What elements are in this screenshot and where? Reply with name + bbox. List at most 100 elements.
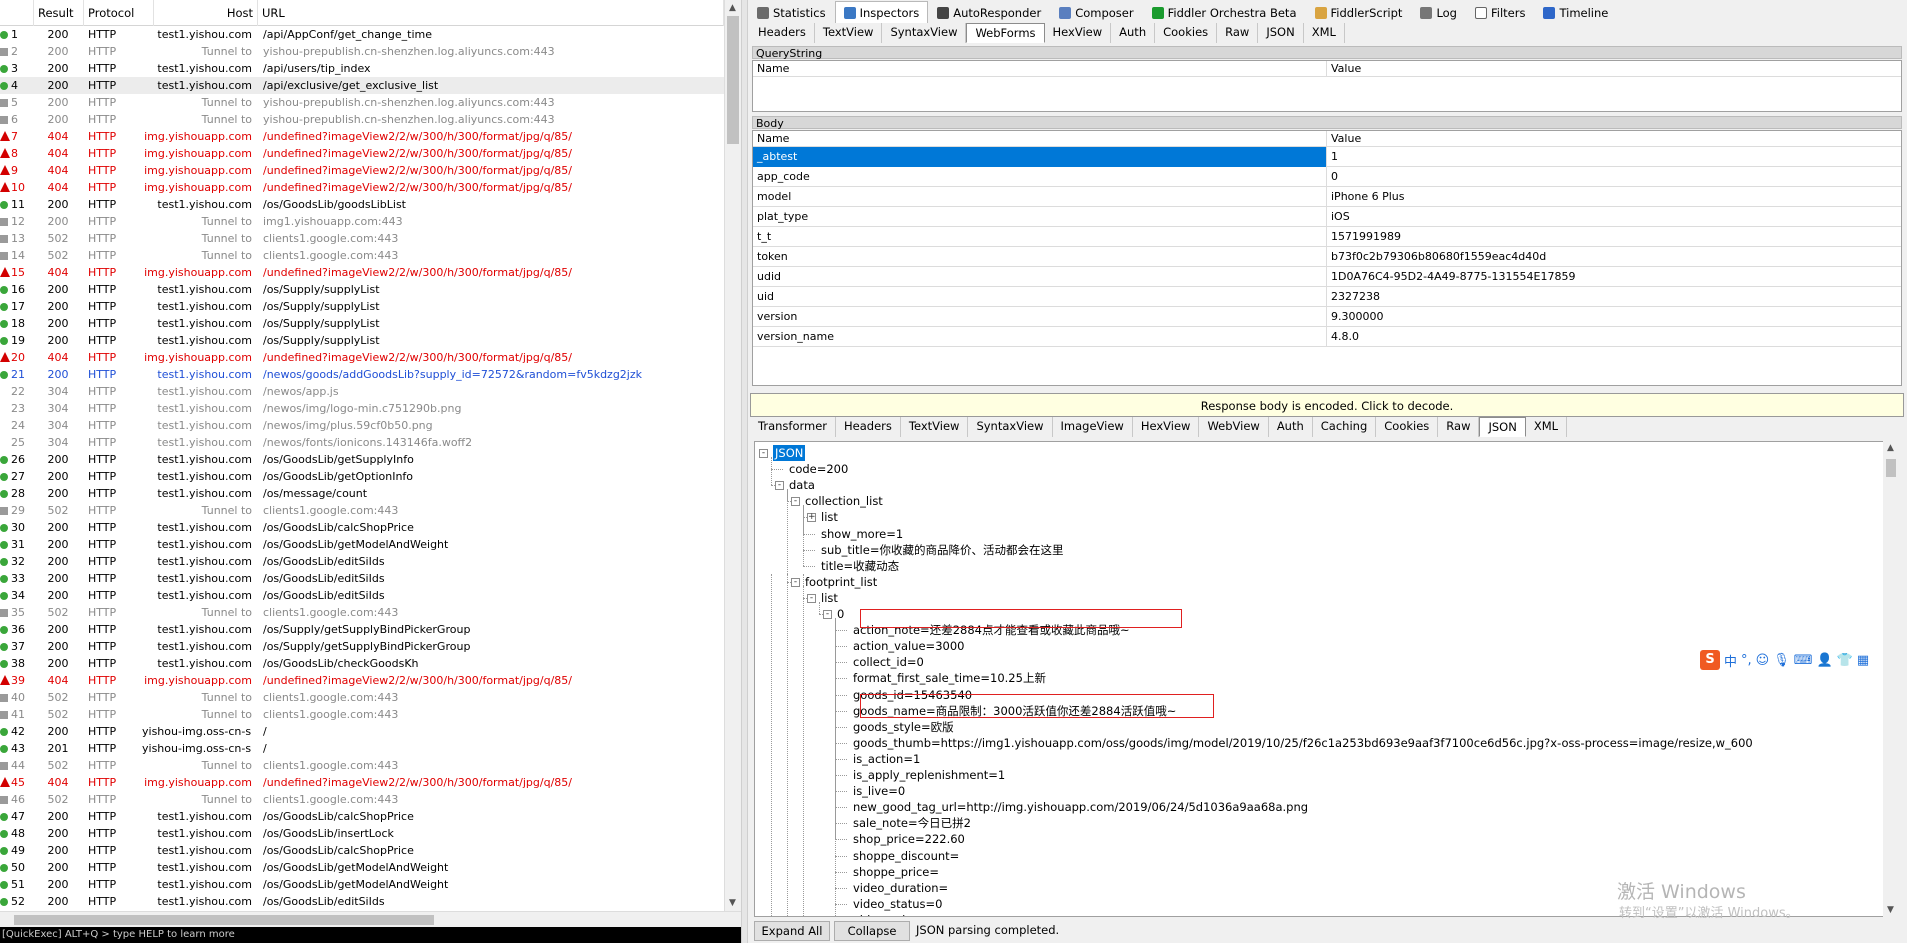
- session-row[interactable]: 38 200 HTTP test1.yishou.com/os/GoodsLib/ch…: [0, 655, 724, 672]
- param-name[interactable]: version: [753, 307, 1327, 327]
- session-row[interactable]: 18 200 HTTP test1.yishou.com/os/Supply/supp…: [0, 315, 724, 332]
- session-row[interactable]: 22 304 HTTP test1.yishou.com/newos/app.js: [0, 383, 724, 400]
- querystring-name-header[interactable]: Name: [753, 61, 1327, 77]
- param-name[interactable]: uid: [753, 287, 1327, 307]
- json-tree-node[interactable]: code=200: [789, 461, 848, 477]
- param-name[interactable]: udid: [753, 267, 1327, 287]
- body-param-row[interactable]: model iPhone 6 Plus: [753, 187, 1901, 207]
- column-header-number[interactable]: [0, 0, 34, 26]
- collapse-node-icon[interactable]: -: [759, 449, 768, 458]
- session-row[interactable]: 29 502 HTTP Tunnel to clients1.google.com:44…: [0, 502, 724, 519]
- param-value[interactable]: 1D0A76C4-95D2-4A49-8775-131554E17859: [1328, 267, 1901, 287]
- session-row[interactable]: 44 502 HTTP Tunnel to clients1.google.com:44…: [0, 757, 724, 774]
- param-name[interactable]: app_code: [753, 167, 1327, 187]
- subtab-json[interactable]: JSON: [1258, 23, 1304, 43]
- pane-splitter[interactable]: [741, 0, 748, 943]
- session-row[interactable]: 12 200 HTTP Tunnel to img1.yishouapp.com:443: [0, 213, 724, 230]
- json-tree-node[interactable]: shop_price=222.60: [853, 831, 965, 847]
- session-row[interactable]: 27 200 HTTP test1.yishou.com/os/GoodsLib/ge…: [0, 468, 724, 485]
- collapse-node-icon[interactable]: -: [823, 610, 832, 619]
- json-tree-node[interactable]: show_more=1: [821, 526, 903, 542]
- tab-log[interactable]: Log: [1411, 1, 1466, 23]
- subtab-hexview[interactable]: HexView: [1045, 23, 1112, 43]
- param-value[interactable]: 4.8.0: [1328, 327, 1901, 347]
- tab-statistics[interactable]: Statistics: [748, 1, 835, 23]
- ime-punctuation-toggle[interactable]: °,: [1741, 653, 1752, 668]
- session-row[interactable]: 1 200 HTTP test1.yishou.com/api/AppConf/get…: [0, 26, 724, 43]
- shirt-icon[interactable]: 👕: [1837, 653, 1853, 668]
- json-tree-node[interactable]: is_action=1: [853, 751, 920, 767]
- session-row[interactable]: 24 304 HTTP test1.yishou.com/newos/img/plus…: [0, 417, 724, 434]
- json-tree-node[interactable]: footprint_list: [805, 574, 877, 590]
- body-param-row[interactable]: t_t 1571991989: [753, 227, 1901, 247]
- json-tree-node[interactable]: list: [821, 590, 838, 606]
- json-tree-node[interactable]: title=收藏动态: [821, 558, 899, 574]
- session-row[interactable]: 33 200 HTTP test1.yishou.com/os/GoodsLib/ed…: [0, 570, 724, 587]
- session-row[interactable]: 13 502 HTTP Tunnel to clients1.google.com:44…: [0, 230, 724, 247]
- json-tree-node[interactable]: JSON: [773, 445, 806, 461]
- param-value[interactable]: iOS: [1328, 207, 1901, 227]
- param-name[interactable]: _abtest: [753, 147, 1327, 167]
- session-row[interactable]: 5 200 HTTP Tunnel to yishou-prepublish.cn-sh…: [0, 94, 724, 111]
- session-row[interactable]: 43 201 HTTP yishou-img.oss-cn-s... /: [0, 740, 724, 757]
- json-tree-node[interactable]: list: [821, 509, 838, 525]
- session-row[interactable]: 7 404 HTTP img.yishouapp.com/undefined?imag…: [0, 128, 724, 145]
- subtab-json[interactable]: JSON: [1479, 417, 1526, 437]
- json-tree-node[interactable]: is_apply_replenishment=1: [853, 767, 1005, 783]
- session-row[interactable]: 40 502 HTTP Tunnel to clients1.google.com:44…: [0, 689, 724, 706]
- sessions-vertical-scrollbar[interactable]: ▲ ▼: [724, 0, 741, 911]
- session-row[interactable]: 52 200 HTTP test1.yishou.com/os/GoodsLib/ed…: [0, 893, 724, 910]
- session-row[interactable]: 39 404 HTTP img.yishouapp.com/undefined?ima…: [0, 672, 724, 689]
- tab-filters[interactable]: Filters: [1466, 1, 1534, 23]
- session-row[interactable]: 17 200 HTTP test1.yishou.com/os/Supply/supp…: [0, 298, 724, 315]
- column-header-host[interactable]: Host: [154, 0, 258, 26]
- session-row[interactable]: 14 502 HTTP Tunnel to clients1.google.com:44…: [0, 247, 724, 264]
- json-tree-node[interactable]: collection_list: [805, 493, 883, 509]
- param-value[interactable]: 0: [1328, 167, 1901, 187]
- json-tree-node[interactable]: collect_id=0: [853, 654, 924, 670]
- session-row[interactable]: 48 200 HTTP test1.yishou.com/os/GoodsLib/in…: [0, 825, 724, 842]
- json-tree-node[interactable]: data: [789, 477, 815, 493]
- subtab-hexview[interactable]: HexView: [1133, 417, 1200, 437]
- json-tree-node[interactable]: video_url=: [853, 912, 915, 916]
- session-row[interactable]: 41 502 HTTP Tunnel to clients1.google.com:44…: [0, 706, 724, 723]
- expand-node-icon[interactable]: +: [807, 513, 816, 523]
- session-row[interactable]: 51 200 HTTP test1.yishou.com/os/GoodsLib/ge…: [0, 876, 724, 893]
- param-value[interactable]: iPhone 6 Plus: [1328, 187, 1901, 207]
- column-header-result[interactable]: Result: [34, 0, 84, 26]
- subtab-cookies[interactable]: Cookies: [1155, 23, 1218, 43]
- tab-fiddler-orchestra-beta[interactable]: Fiddler Orchestra Beta: [1143, 1, 1306, 23]
- json-tree-node[interactable]: is_live=0: [853, 783, 905, 799]
- session-row[interactable]: 34 200 HTTP test1.yishou.com/os/GoodsLib/ed…: [0, 587, 724, 604]
- scroll-down-arrow-icon[interactable]: ▼: [729, 898, 736, 908]
- session-row[interactable]: 30 200 HTTP test1.yishou.com/os/GoodsLib/ca…: [0, 519, 724, 536]
- json-tree-node[interactable]: video_duration=: [853, 880, 948, 896]
- session-row[interactable]: 28 200 HTTP test1.yishou.com/os/message/cou…: [0, 485, 724, 502]
- session-row[interactable]: 6 200 HTTP Tunnel to yishou-prepublish.cn-sh…: [0, 111, 724, 128]
- param-value[interactable]: 2327238: [1328, 287, 1901, 307]
- tab-autoresponder[interactable]: AutoResponder: [928, 1, 1050, 23]
- session-row[interactable]: 35 502 HTTP Tunnel to clients1.google.com:44…: [0, 604, 724, 621]
- session-row[interactable]: 50 200 HTTP test1.yishou.com/os/GoodsLib/ge…: [0, 859, 724, 876]
- json-tree-node[interactable]: sub_title=你收藏的商品降价、活动都会在这里: [821, 542, 1063, 558]
- scroll-thumb[interactable]: [727, 16, 739, 144]
- json-tree-view[interactable]: - JSON code=200- data - collection_list + list s…: [754, 441, 1896, 917]
- scroll-thumb[interactable]: [14, 915, 434, 925]
- session-row[interactable]: 15 404 HTTP img.yishouapp.com/undefined?ima…: [0, 264, 724, 281]
- scroll-thumb[interactable]: [1886, 459, 1896, 477]
- session-row[interactable]: 10 404 HTTP img.yishouapp.com/undefined?ima…: [0, 179, 724, 196]
- session-row[interactable]: 32 200 HTTP test1.yishou.com/os/GoodsLib/ed…: [0, 553, 724, 570]
- body-param-row[interactable]: app_code 0: [753, 167, 1901, 187]
- body-value-header[interactable]: Value: [1328, 131, 1901, 147]
- param-value[interactable]: b73f0c2b79306b80680f1559eac4d40d: [1328, 247, 1901, 267]
- body-param-row[interactable]: plat_type iOS: [753, 207, 1901, 227]
- subtab-auth[interactable]: Auth: [1269, 417, 1313, 437]
- tab-timeline[interactable]: Timeline: [1534, 1, 1617, 23]
- session-row[interactable]: 49 200 HTTP test1.yishou.com/os/GoodsLib/ca…: [0, 842, 724, 859]
- session-row[interactable]: 36 200 HTTP test1.yishou.com/os/Supply/getS…: [0, 621, 724, 638]
- body-name-header[interactable]: Name: [753, 131, 1327, 147]
- body-param-row[interactable]: version 9.300000: [753, 307, 1901, 327]
- column-header-protocol[interactable]: Protocol: [84, 0, 154, 26]
- session-row[interactable]: 25 304 HTTP test1.yishou.com/newos/fonts/io…: [0, 434, 724, 451]
- decode-notice-bar[interactable]: Response body is encoded. Click to decod…: [750, 393, 1904, 417]
